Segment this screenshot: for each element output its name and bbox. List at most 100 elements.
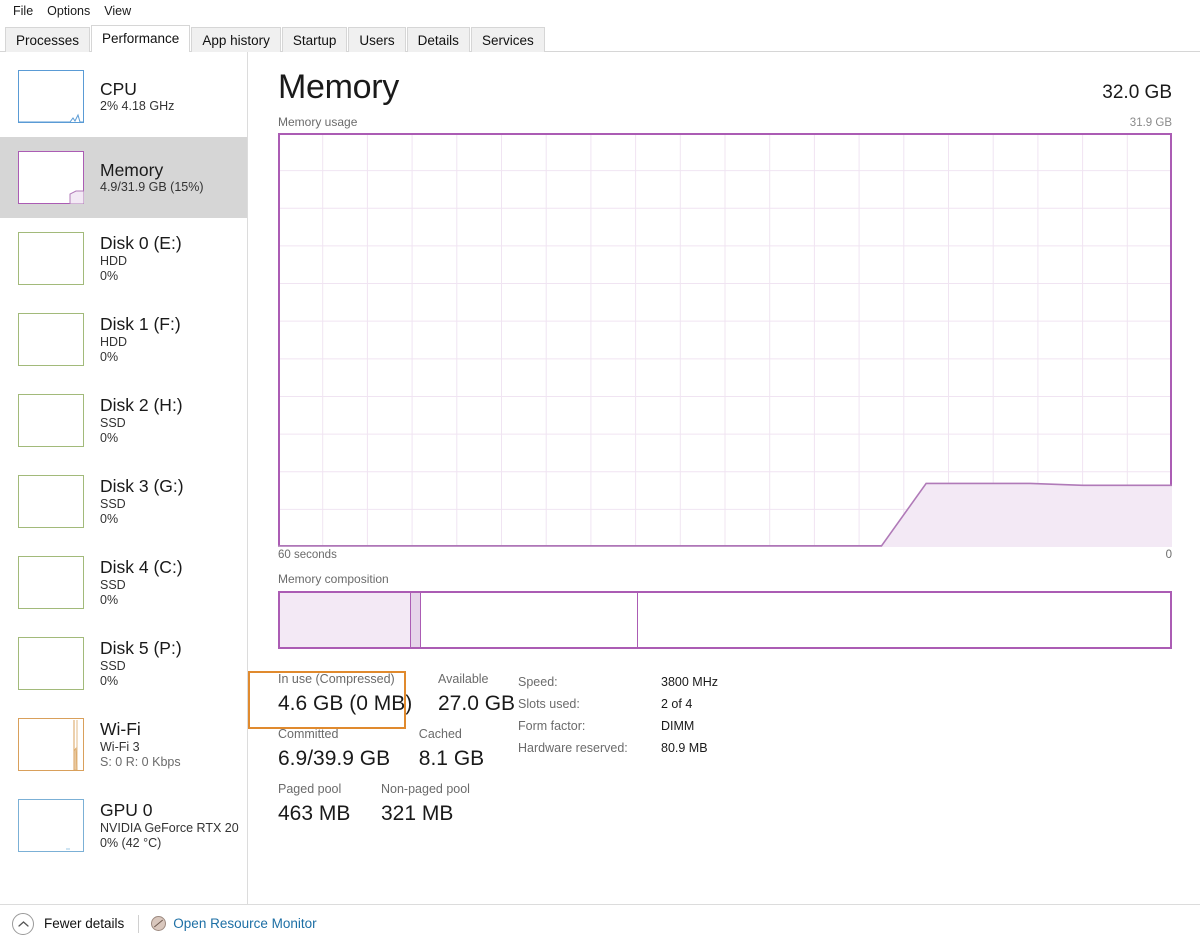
sidebar-item-wifi-title: Wi-Fi: [100, 719, 181, 740]
spec-slots-used-label: Slots used:: [518, 693, 661, 715]
sidebar-item-disk-2-title: Disk 2 (H:): [100, 395, 183, 416]
sidebar-item-disk-1-title: Disk 1 (F:): [100, 314, 181, 335]
sidebar-item-gpu-0-sub1: NVIDIA GeForce RTX 20: [100, 821, 239, 836]
sidebar-item-gpu-0[interactable]: GPU 0 NVIDIA GeForce RTX 20 0% (42 °C): [0, 785, 247, 866]
sidebar-item-gpu-0-title: GPU 0: [100, 800, 239, 821]
sidebar-item-disk-2-sub2: 0%: [100, 431, 183, 446]
footer-separator: [138, 915, 139, 933]
tab-services[interactable]: Services: [471, 27, 545, 52]
sidebar-item-disk-4-title: Disk 4 (C:): [100, 557, 183, 578]
composition-segment-modified[interactable]: [410, 593, 420, 647]
sidebar-item-disk-0-sub1: HDD: [100, 254, 182, 269]
sidebar-item-disk-5[interactable]: Disk 5 (P:) SSD 0%: [0, 623, 247, 704]
stat-committed-value: 6.9/39.9 GB: [278, 744, 409, 774]
sidebar-item-disk-0[interactable]: Disk 0 (E:) HDD 0%: [0, 218, 247, 299]
spec-form-factor-value: DIMM: [661, 715, 694, 737]
stat-paged-pool-label: Paged pool: [278, 779, 378, 799]
axis-right-label: 0: [1166, 549, 1172, 561]
spec-slots-used-value: 2 of 4: [661, 693, 692, 715]
header-row: Memory 32.0 GB: [248, 52, 1200, 107]
sidebar-item-wifi-sub1: Wi-Fi 3: [100, 740, 181, 755]
stat-paged-pool-value: 463 MB: [278, 799, 378, 829]
status-bar: Fewer details Open Resource Monitor: [0, 904, 1200, 942]
spec-hardware-reserved: Hardware reserved: 80.9 MB: [518, 737, 718, 759]
tab-performance[interactable]: Performance: [91, 25, 190, 52]
stats-area: In use (Compressed) 4.6 GB (0 MB) Availa…: [248, 661, 1200, 834]
stat-available-label: Available: [438, 669, 515, 689]
tab-users[interactable]: Users: [348, 27, 405, 52]
sidebar-item-disk-2[interactable]: Disk 2 (H:) SSD 0%: [0, 380, 247, 461]
spec-slots-used: Slots used: 2 of 4: [518, 693, 718, 715]
spec-form-factor: Form factor: DIMM: [518, 715, 718, 737]
cpu-thumbnail-graph: [18, 70, 84, 123]
stat-committed-label: Committed: [278, 724, 409, 744]
open-resource-monitor-link[interactable]: Open Resource Monitor: [151, 916, 316, 931]
sidebar-item-disk-3-sub1: SSD: [100, 497, 184, 512]
sidebar-item-disk-0-title: Disk 0 (E:): [100, 233, 182, 254]
sidebar-item-disk-0-sub2: 0%: [100, 269, 182, 284]
menu-item-options[interactable]: Options: [40, 2, 97, 20]
axis-left-label: 60 seconds: [278, 549, 337, 561]
stats-right-column: Speed: 3800 MHz Slots used: 2 of 4 Form …: [506, 669, 718, 834]
body-area: CPU 2% 4.18 GHz Memory 4.9/31.9 GB (15%): [0, 52, 1200, 904]
menu-bar: File Options View: [0, 0, 1200, 22]
sidebar-item-disk-0-text: Disk 0 (E:) HDD 0%: [100, 233, 182, 283]
sidebar-item-disk-4[interactable]: Disk 4 (C:) SSD 0%: [0, 542, 247, 623]
spec-hardware-reserved-label: Hardware reserved:: [518, 737, 661, 759]
sidebar-item-disk-1-sub1: HDD: [100, 335, 181, 350]
usage-caption-row: Memory usage 31.9 GB: [248, 115, 1200, 129]
stat-cached-label: Cached: [419, 724, 506, 744]
sidebar-item-cpu[interactable]: CPU 2% 4.18 GHz: [0, 56, 247, 137]
tab-bar: Processes Performance App history Startu…: [0, 22, 1200, 52]
sidebar-item-wifi-text: Wi-Fi Wi-Fi 3 S: 0 R: 0 Kbps: [100, 719, 181, 769]
sidebar-item-disk-4-text: Disk 4 (C:) SSD 0%: [100, 557, 183, 607]
stat-row-2: Committed 6.9/39.9 GB Cached 8.1 GB: [278, 724, 506, 779]
disk-2-thumbnail-graph: [18, 394, 84, 447]
total-memory-capacity: 32.0 GB: [1102, 82, 1172, 104]
sidebar-item-disk-3-text: Disk 3 (G:) SSD 0%: [100, 476, 184, 526]
stat-non-paged-pool-value: 321 MB: [381, 799, 481, 829]
fewer-details-button[interactable]: Fewer details: [12, 913, 124, 935]
sidebar-item-gpu-0-text: GPU 0 NVIDIA GeForce RTX 20 0% (42 °C): [100, 800, 239, 850]
tab-processes[interactable]: Processes: [5, 27, 90, 52]
sidebar-item-wifi-sub2: S: 0 R: 0 Kbps: [100, 755, 181, 770]
disk-1-thumbnail-graph: [18, 313, 84, 366]
chevron-up-icon: [12, 913, 34, 935]
stat-available: Available 27.0 GB: [438, 669, 515, 724]
stats-left-column: In use (Compressed) 4.6 GB (0 MB) Availa…: [248, 669, 506, 834]
menu-item-file[interactable]: File: [6, 2, 40, 20]
sidebar-item-disk-1[interactable]: Disk 1 (F:) HDD 0%: [0, 299, 247, 380]
composition-segment-standby[interactable]: [420, 593, 637, 647]
memory-composition-bar[interactable]: [278, 591, 1172, 649]
fewer-details-label: Fewer details: [44, 916, 124, 931]
tab-app-history[interactable]: App history: [191, 27, 281, 52]
disk-0-thumbnail-graph: [18, 232, 84, 285]
wifi-thumbnail-graph: [18, 718, 84, 771]
composition-segment-free[interactable]: [637, 593, 1170, 647]
resource-monitor-icon: [151, 916, 166, 931]
sidebar-item-disk-2-sub1: SSD: [100, 416, 183, 431]
disk-4-thumbnail-graph: [18, 556, 84, 609]
sidebar-item-memory-title: Memory: [100, 160, 204, 181]
stat-row-1: In use (Compressed) 4.6 GB (0 MB) Availa…: [278, 669, 506, 724]
memory-usage-graph[interactable]: [278, 133, 1172, 547]
memory-usage-label: Memory usage: [278, 115, 357, 129]
tab-startup[interactable]: Startup: [282, 27, 348, 52]
sidebar-item-wifi[interactable]: Wi-Fi Wi-Fi 3 S: 0 R: 0 Kbps: [0, 704, 247, 785]
sidebar-item-memory-text: Memory 4.9/31.9 GB (15%): [100, 160, 204, 195]
stat-paged-pool: Paged pool 463 MB: [278, 779, 378, 834]
memory-composition-label: Memory composition: [248, 572, 1200, 586]
sidebar-item-disk-3-title: Disk 3 (G:): [100, 476, 184, 497]
memory-thumbnail-graph: [18, 151, 84, 204]
composition-segment-in-use[interactable]: [280, 593, 410, 647]
sidebar-item-disk-5-sub1: SSD: [100, 659, 182, 674]
sidebar-item-memory[interactable]: Memory 4.9/31.9 GB (15%): [0, 137, 247, 218]
menu-item-view[interactable]: View: [97, 2, 138, 20]
sidebar-item-cpu-sub1: 2% 4.18 GHz: [100, 99, 174, 114]
resource-sidebar[interactable]: CPU 2% 4.18 GHz Memory 4.9/31.9 GB (15%): [0, 52, 248, 904]
usage-axis-row: 60 seconds 0: [248, 549, 1200, 561]
tab-details[interactable]: Details: [407, 27, 470, 52]
sidebar-item-disk-3[interactable]: Disk 3 (G:) SSD 0%: [0, 461, 247, 542]
stat-in-use: In use (Compressed) 4.6 GB (0 MB): [278, 669, 378, 724]
memory-usage-max-label: 31.9 GB: [1130, 117, 1172, 129]
